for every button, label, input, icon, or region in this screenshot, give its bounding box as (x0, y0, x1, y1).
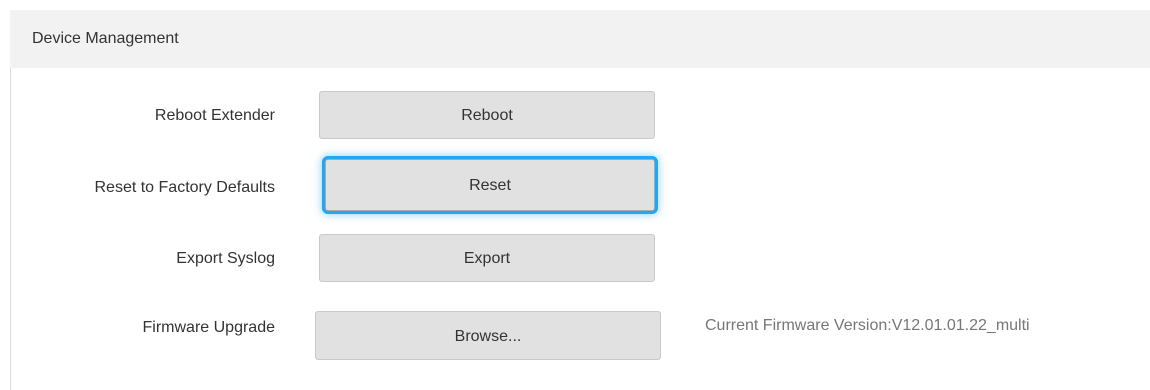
export-syslog-label: Export Syslog (176, 250, 275, 267)
reset-button[interactable]: Reset (325, 159, 655, 211)
reboot-extender-label: Reboot Extender (154, 107, 275, 124)
browse-button[interactable]: Browse... (315, 311, 661, 360)
reboot-button[interactable]: Reboot (319, 91, 655, 139)
section-header: Device Management (10, 10, 1150, 69)
current-firmware-version: Current Firmware Version:V12.01.01.22_mu… (705, 317, 1030, 334)
export-button[interactable]: Export (319, 234, 655, 282)
reset-factory-defaults-label: Reset to Factory Defaults (94, 179, 275, 196)
firmware-upgrade-label: Firmware Upgrade (142, 319, 275, 336)
section-title: Device Management (32, 30, 179, 47)
